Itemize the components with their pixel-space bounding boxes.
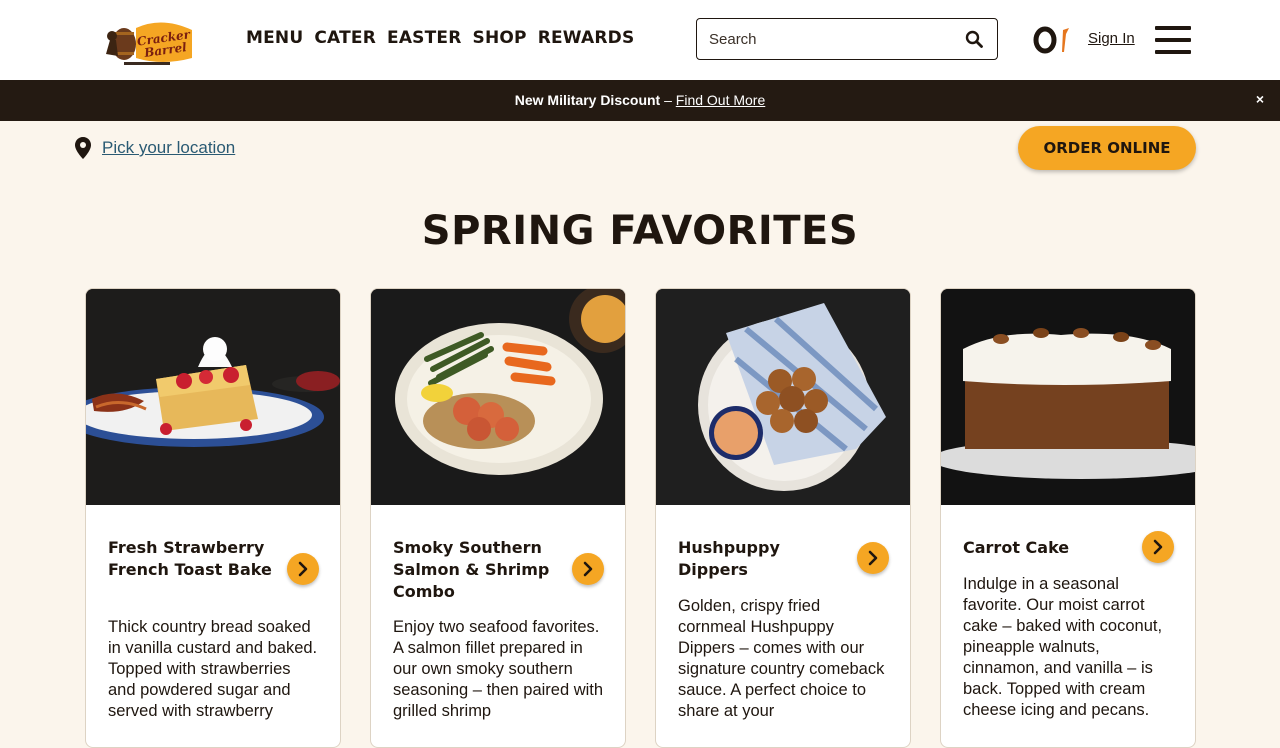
nav-item-shop[interactable]: SHOP	[473, 28, 527, 48]
hamburger-menu-icon[interactable]	[1155, 26, 1191, 54]
location-pin-icon	[74, 137, 92, 159]
banner-find-out-more-link[interactable]: Find Out More	[676, 92, 765, 108]
nav-item-cater[interactable]: CATER	[314, 28, 376, 48]
chevron-right-icon[interactable]	[287, 553, 319, 585]
site-header: Cracker Barrel MENU CATER EASTER SHOP RE…	[0, 0, 1280, 80]
promo-banner: New Military Discount – Find Out More ×	[0, 80, 1280, 121]
chevron-right-icon[interactable]	[1142, 531, 1174, 563]
carrot-cake-image[interactable]	[941, 289, 1195, 505]
search-icon[interactable]	[965, 30, 983, 48]
card-description: Golden, crispy fried cornmeal Hushpuppy …	[678, 597, 885, 720]
card-title: Fresh Strawberry French Toast Bake	[108, 538, 272, 579]
banner-text: New Military Discount	[514, 92, 661, 108]
pick-location-link[interactable]: Pick your location	[102, 138, 235, 158]
sign-in-link[interactable]: Sign In	[1088, 30, 1135, 47]
card-title: Carrot Cake	[963, 538, 1070, 557]
banner-separator: –	[660, 92, 676, 108]
card-description: Enjoy two seafood favorites. A salmon fi…	[393, 618, 604, 720]
menu-card-carrot-cake[interactable]: Carrot Cake Indulge in a seasonal favori…	[940, 288, 1196, 748]
card-description: Thick country bread soaked in vanilla cu…	[108, 618, 318, 720]
banner-message: New Military Discount – Find Out More	[0, 92, 1280, 108]
nav-item-menu[interactable]: MENU	[246, 28, 303, 48]
peg-game-icon[interactable]	[1033, 24, 1073, 56]
close-icon[interactable]: ×	[1256, 91, 1264, 107]
card-title: Smoky Southern Salmon & Shrimp Combo	[393, 538, 550, 601]
main-nav: MENU CATER EASTER SHOP REWARDS	[246, 28, 634, 48]
hushpuppy-image[interactable]	[656, 289, 910, 505]
nav-item-rewards[interactable]: REWARDS	[538, 28, 635, 48]
menu-card-salmon-shrimp[interactable]: Smoky Southern Salmon & Shrimp Combo Enj…	[370, 288, 626, 748]
menu-card-hushpuppy[interactable]: Hushpuppy Dippers Golden, crispy fried c…	[655, 288, 911, 748]
section-title: SPRING FAVORITES	[421, 208, 859, 254]
chevron-right-icon[interactable]	[572, 553, 604, 585]
salmon-shrimp-image[interactable]	[371, 289, 625, 505]
cracker-barrel-logo[interactable]: Cracker Barrel	[98, 14, 198, 72]
menu-card-french-toast[interactable]: Fresh Strawberry French Toast Bake Thick…	[85, 288, 341, 748]
nav-item-easter[interactable]: EASTER	[387, 28, 462, 48]
search-box	[696, 18, 998, 60]
card-description: Indulge in a seasonal favorite. Our mois…	[963, 575, 1163, 719]
chevron-right-icon[interactable]	[857, 542, 889, 574]
order-online-button[interactable]: ORDER ONLINE	[1018, 126, 1196, 170]
french-toast-image[interactable]	[86, 289, 340, 505]
search-input[interactable]	[709, 19, 959, 59]
card-title: Hushpuppy Dippers	[678, 538, 780, 579]
